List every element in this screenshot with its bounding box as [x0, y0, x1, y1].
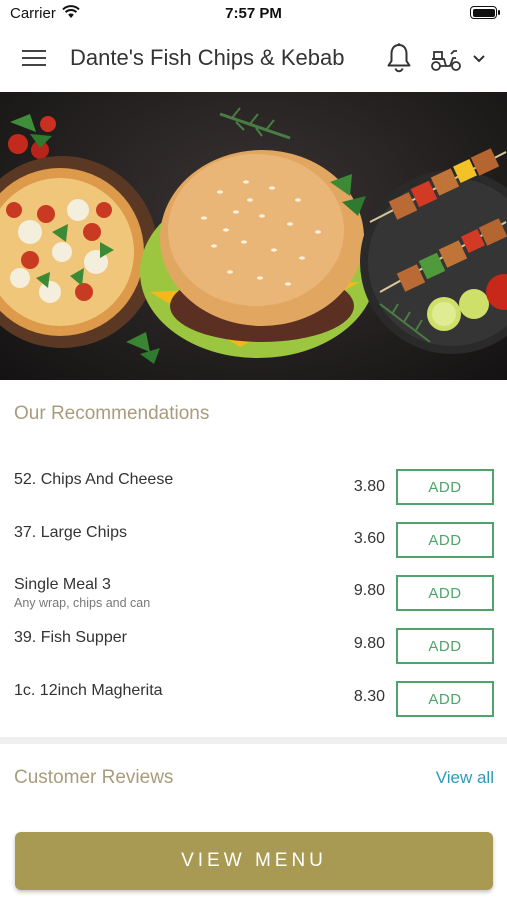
list-item: Single Meal 3 Any wrap, chips and can 9.…: [0, 572, 507, 624]
add-button[interactable]: ADD: [396, 681, 494, 717]
section-divider: [0, 737, 507, 744]
list-item: 1c. 12inch Magherita 8.30 ADD: [0, 678, 507, 730]
status-bar: Carrier 7:57 PM: [0, 0, 507, 26]
menu-icon[interactable]: [22, 48, 48, 68]
list-item: 37. Large Chips 3.60 ADD: [0, 519, 507, 571]
item-price: 8.30: [353, 688, 385, 705]
list-item: 39. Fish Supper 9.80 ADD: [0, 625, 507, 677]
restaurant-title: Dante's Fish Chips & Kebab: [70, 45, 345, 70]
add-button[interactable]: ADD: [396, 522, 494, 558]
item-price: 9.80: [353, 635, 385, 652]
app-header: Dante's Fish Chips & Kebab: [0, 26, 507, 92]
add-button[interactable]: ADD: [396, 469, 494, 505]
battery-icon: [470, 6, 500, 19]
food-illustration: [0, 107, 507, 364]
item-name: 52. Chips And Cheese: [14, 471, 174, 488]
bell-icon[interactable]: [385, 42, 413, 74]
item-description: Any wrap, chips and can: [14, 596, 151, 610]
item-price: 3.80: [353, 478, 385, 495]
item-price: 9.80: [353, 582, 385, 599]
chevron-down-icon[interactable]: [472, 54, 486, 64]
item-name: 39. Fish Supper: [14, 629, 127, 646]
list-item: 52. Chips And Cheese 3.80 ADD: [0, 466, 507, 518]
view-menu-button[interactable]: VIEW MENU: [15, 832, 493, 890]
hero-food-image: [0, 92, 507, 380]
recommendations-heading: Our Recommendations: [14, 403, 210, 424]
scooter-icon[interactable]: [430, 46, 462, 72]
add-button[interactable]: ADD: [396, 575, 494, 611]
view-all-link[interactable]: View all: [436, 768, 494, 788]
item-name: Single Meal 3: [14, 576, 111, 593]
item-name: 37. Large Chips: [14, 524, 127, 541]
clock: 7:57 PM: [225, 5, 282, 22]
item-name: 1c. 12inch Magherita: [14, 682, 163, 699]
add-button[interactable]: ADD: [396, 628, 494, 664]
reviews-heading: Customer Reviews: [14, 767, 174, 788]
item-price: 3.60: [353, 530, 385, 547]
